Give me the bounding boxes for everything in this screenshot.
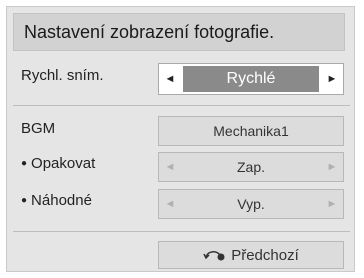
bgm-label: BGM <box>21 120 56 137</box>
slide-speed-next-arrow-icon[interactable]: ► <box>321 64 343 94</box>
repeat-label-text: Opakovat <box>31 155 96 172</box>
bgm-button[interactable]: Mechanika1 <box>158 116 344 146</box>
divider <box>13 105 350 106</box>
random-prev-arrow-icon[interactable]: ◄ <box>159 190 181 218</box>
repeat-next-arrow-icon[interactable]: ► <box>321 153 343 181</box>
random-value: Vyp. <box>237 196 265 212</box>
slide-speed-prev-arrow-icon[interactable]: ◄ <box>159 64 181 94</box>
divider <box>13 231 350 232</box>
slide-speed-label: Rychl. sním. <box>21 67 104 84</box>
repeat-label: ● Opakovat <box>21 155 95 172</box>
panel-title: Nastavení zobrazení fotografie. <box>13 13 345 51</box>
bullet-icon: ● <box>21 158 28 169</box>
repeat-value: Zap. <box>236 159 265 175</box>
random-label-text: Náhodné <box>31 192 92 209</box>
back-arrow-icon <box>203 248 225 262</box>
random-label: ● Náhodné <box>21 192 92 209</box>
slide-speed-value: Rychlé <box>183 66 319 92</box>
bullet-icon: ● <box>21 195 28 206</box>
random-selector[interactable]: ◄ Vyp. ► <box>158 189 344 219</box>
slide-speed-selector[interactable]: ◄ Rychlé ► <box>158 63 344 95</box>
back-button-label: Předchozí <box>231 246 299 264</box>
repeat-selector[interactable]: ◄ Zap. ► <box>158 152 344 182</box>
repeat-prev-arrow-icon[interactable]: ◄ <box>159 153 181 181</box>
photo-settings-panel: Nastavení zobrazení fotografie. Rychl. s… <box>6 6 355 272</box>
random-next-arrow-icon[interactable]: ► <box>321 190 343 218</box>
back-button[interactable]: Předchozí <box>158 241 344 269</box>
